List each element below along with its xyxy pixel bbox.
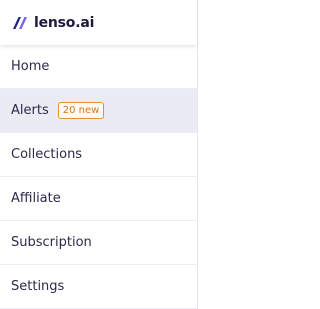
sidebar-panel: lenso.ai Home Alerts 20 new Collections … [0,0,198,309]
sidebar-item-label: Collections [11,147,83,162]
sidebar-item-label: Affiliate [11,191,61,206]
sidebar-item-collections[interactable]: Collections [0,133,197,177]
sidebar-nav: Home Alerts 20 new Collections Affiliate… [0,45,197,309]
sidebar-item-alerts[interactable]: Alerts 20 new [0,89,197,133]
alerts-count-badge: 20 new [57,102,105,119]
sidebar-item-settings[interactable]: Settings [0,265,197,309]
brand-name: lenso.ai [34,14,95,31]
sidebar-item-label: Home [11,59,50,74]
lenso-logo-icon [13,16,27,29]
sidebar-item-subscription[interactable]: Subscription [0,221,197,265]
sidebar-item-label: Alerts [11,103,49,118]
sidebar-item-label: Settings [11,279,65,294]
sidebar-item-affiliate[interactable]: Affiliate [0,177,197,221]
brand-header[interactable]: lenso.ai [0,0,197,45]
sidebar-item-home[interactable]: Home [0,45,197,89]
sidebar-item-label: Subscription [11,235,92,250]
